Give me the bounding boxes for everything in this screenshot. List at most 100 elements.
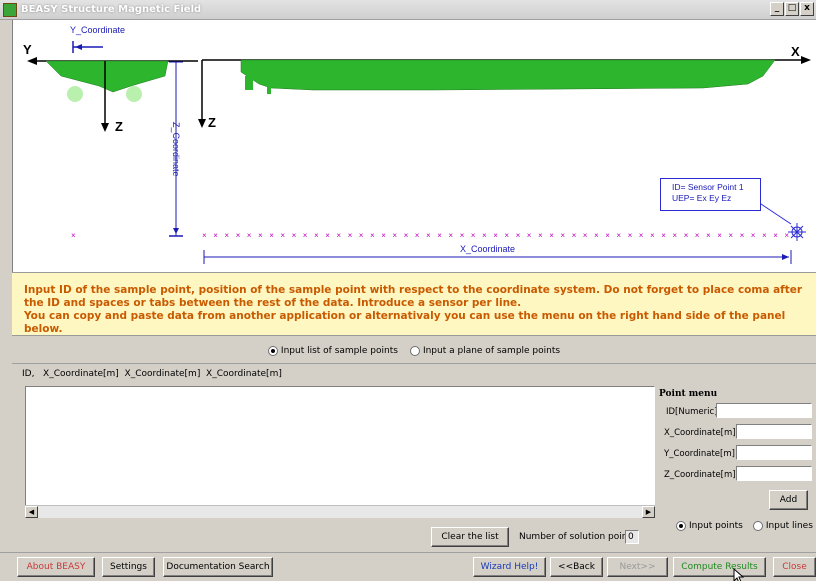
sensor-point-mark: × <box>314 231 319 240</box>
callout-id-text: ID= Sensor Point 1 <box>672 182 744 192</box>
sensor-point-mark: × <box>762 231 767 240</box>
sensor-point-mark: × <box>437 231 442 240</box>
radio-input-plane-button[interactable] <box>409 345 420 356</box>
documentation-search-button[interactable]: Documentation Search <box>163 557 273 577</box>
y-coordinate-field-label: Y_Coordinate[m] <box>664 449 735 459</box>
rudder <box>245 76 253 90</box>
sensor-point-mark: × <box>773 231 778 240</box>
sensor-point-mark: × <box>370 231 375 240</box>
radio-input-points[interactable]: Input points <box>676 521 743 531</box>
point-menu-title: Point menu <box>659 389 718 399</box>
sensor-point-mark: × <box>348 231 353 240</box>
horizontal-scrollbar[interactable]: ◀ ▶ <box>25 505 655 518</box>
sensor-point-mark: × <box>672 231 677 240</box>
sensor-point-mark: × <box>381 231 386 240</box>
y-coordinate-label: Y_Coordinate <box>70 25 126 35</box>
sensor-point-mark: × <box>639 231 644 240</box>
svg-text:×: × <box>71 231 76 240</box>
sensor-point-mark: × <box>628 231 633 240</box>
axis-y-label: Y <box>23 42 32 57</box>
radio-input-lines[interactable]: Input lines <box>752 521 813 531</box>
diagram-graphics: × × × × × × × × × × × × × × × × × × × × × × × × × × × × × × × × × × × × × × ×… <box>27 41 811 264</box>
maximize-button[interactable]: □ <box>785 2 799 16</box>
x-coordinate-field-label: X_Coordinate[m] <box>664 428 736 438</box>
radio-input-list-label: Input list of sample points <box>280 345 398 356</box>
x-coordinate-label: X_Coordinate <box>460 244 516 254</box>
columns-header: ID, X_Coordinate[m] X_Coordinate[m] X_Co… <box>22 369 282 379</box>
sensor-point-mark: × <box>392 231 397 240</box>
close-button[interactable]: Close <box>773 557 816 577</box>
clear-list-button[interactable]: Clear the list <box>431 527 509 547</box>
sensor-point-mark: × <box>751 231 756 240</box>
solution-points-field: 0 <box>625 530 639 544</box>
sensor-point-mark: × <box>224 231 229 240</box>
add-button[interactable]: Add <box>769 490 808 510</box>
point-input-mode: Input points Input lines <box>676 521 813 531</box>
scroll-right-button[interactable]: ▶ <box>642 506 655 518</box>
settings-button[interactable]: Settings <box>102 557 155 577</box>
close-window-button[interactable]: x <box>800 2 814 16</box>
sensor-point-mark: × <box>549 231 554 240</box>
solution-points-label: Number of solution points <box>519 532 636 542</box>
footer-bar: About BEASY Settings Documentation Searc… <box>0 552 816 581</box>
radio-input-list-button[interactable] <box>267 345 278 356</box>
radio-input-list[interactable]: Input list of sample points <box>267 345 398 356</box>
wizard-help-button[interactable]: Wizard Help! <box>473 557 546 577</box>
sensor-point-mark: × <box>359 231 364 240</box>
radio-input-points-label: Input points <box>689 521 743 531</box>
sensor-point-mark: × <box>650 231 655 240</box>
back-button[interactable]: <<Back <box>550 557 603 577</box>
app-icon <box>3 2 17 17</box>
coordinate-diagram: × × × × × × × × × × × × × × × × × × × × × × × × × × × × × × × × × × × × × × ×… <box>12 20 816 272</box>
sensor-point-mark: × <box>404 231 409 240</box>
scroll-left-button[interactable]: ◀ <box>25 506 38 518</box>
sensor-point-mark: × <box>594 231 599 240</box>
sensor-point-mark: × <box>448 231 453 240</box>
hull-side-view <box>240 59 776 91</box>
compute-results-button[interactable]: Compute Results <box>673 557 766 577</box>
sensor-point-mark: × <box>493 231 498 240</box>
x-coordinate-field[interactable] <box>736 424 812 439</box>
sensor-point-mark: × <box>202 231 207 240</box>
z-coordinate-field[interactable] <box>736 466 812 481</box>
z-coordinate-field-label: Z_Coordinate[m] <box>664 470 736 480</box>
sensor-point-mark: × <box>471 231 476 240</box>
sensor-point-mark: × <box>460 231 465 240</box>
propeller-right <box>126 86 142 102</box>
radio-input-lines-button[interactable] <box>752 521 763 531</box>
id-label: ID[Numeric] <box>666 407 718 417</box>
sensor-point-mark: × <box>695 231 700 240</box>
instructions-line-1: Input ID of the sample point, position o… <box>24 284 803 309</box>
radio-input-plane-label: Input a plane of sample points <box>422 345 561 356</box>
sensor-point-mark: × <box>325 231 330 240</box>
about-beasy-button[interactable]: About BEASY <box>17 557 95 577</box>
radio-input-points-button[interactable] <box>676 521 686 531</box>
axis-z-right-label: Z <box>208 115 216 130</box>
sensor-point-mark: × <box>661 231 666 240</box>
title-bar: BEASY Structure Magnetic Field _ □ x <box>0 0 816 20</box>
input-mode-bar: Input list of sample points Input a plan… <box>12 338 816 364</box>
z-coordinate-label: Z_Coordinate <box>171 122 181 177</box>
sensor-point-mark: × <box>706 231 711 240</box>
sensor-point-mark: × <box>303 231 308 240</box>
minimize-button[interactable]: _ <box>770 2 784 16</box>
id-field[interactable] <box>716 403 812 418</box>
y-axis-arrowhead <box>27 57 37 65</box>
sensor-point-mark: × <box>504 231 509 240</box>
sensor-point-mark: × <box>527 231 532 240</box>
sensor-point-mark: × <box>616 231 621 240</box>
sensor-point-mark: × <box>280 231 285 240</box>
sensor-point-mark: × <box>247 231 252 240</box>
y-coordinate-field[interactable] <box>736 445 812 460</box>
instructions-panel: Input ID of the sample point, position o… <box>12 272 816 336</box>
sensor-point-mark: × <box>717 231 722 240</box>
sensor-points: × <box>71 231 76 240</box>
sensor-point-mark: × <box>583 231 588 240</box>
sensor-point-mark: × <box>684 231 689 240</box>
radio-input-plane[interactable]: Input a plane of sample points <box>409 345 561 356</box>
axis-x-label: X <box>791 44 800 59</box>
sample-points-textarea[interactable] <box>25 386 655 517</box>
sensor-point-mark: × <box>516 231 521 240</box>
mouse-pointer-icon <box>733 568 745 581</box>
sensor-point-mark: × <box>728 231 733 240</box>
